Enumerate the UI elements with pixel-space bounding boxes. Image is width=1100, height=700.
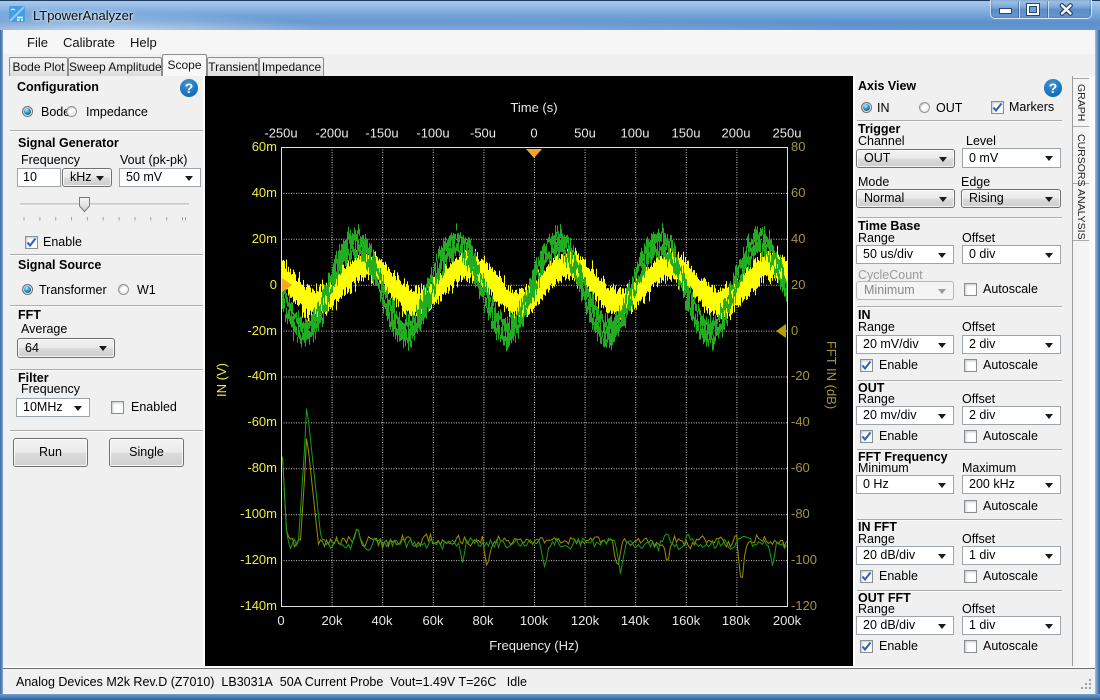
svg-text:20m: 20m [252,231,277,246]
svg-text:-40: -40 [791,414,810,429]
svg-text:60k: 60k [423,613,444,628]
svg-text:Time (s): Time (s) [510,100,557,115]
svg-text:140k: 140k [621,613,650,628]
svg-text:-140m: -140m [240,598,277,613]
svg-text:-20m: -20m [247,323,277,338]
svg-text:80k: 80k [473,613,494,628]
svg-text:-100u: -100u [416,126,449,141]
svg-text:50u: 50u [574,126,596,141]
svg-text:-120m: -120m [240,552,277,567]
svg-text:-40m: -40m [247,368,277,383]
svg-text:100k: 100k [520,613,549,628]
svg-text:-50u: -50u [470,126,496,141]
svg-text:0: 0 [530,126,537,141]
svg-text:0: 0 [277,613,284,628]
svg-text:160k: 160k [672,613,701,628]
svg-text:-80m: -80m [247,460,277,475]
svg-text:120k: 120k [571,613,600,628]
svg-text:20: 20 [791,277,805,292]
svg-text:200u: 200u [722,126,751,141]
svg-text:FFT IN (dB): FFT IN (dB) [824,341,839,409]
svg-text:0: 0 [270,277,277,292]
svg-text:20k: 20k [322,613,343,628]
svg-text:-20: -20 [791,368,810,383]
svg-text:-150u: -150u [365,126,398,141]
svg-text:-60: -60 [791,460,810,475]
svg-text:40: 40 [791,231,805,246]
svg-text:Frequency (Hz): Frequency (Hz) [489,638,579,653]
svg-text:IN (V): IN (V) [214,363,229,397]
svg-text:60m: 60m [252,139,277,154]
svg-text:40m: 40m [252,185,277,200]
svg-text:80: 80 [791,139,805,154]
svg-text:100u: 100u [621,126,650,141]
svg-text:-60m: -60m [247,414,277,429]
svg-text:180k: 180k [722,613,751,628]
svg-text:150u: 150u [672,126,701,141]
svg-text:200k: 200k [773,613,802,628]
svg-text:-100m: -100m [240,506,277,521]
svg-text:-80: -80 [791,506,810,521]
svg-text:0: 0 [791,323,798,338]
svg-text:-120: -120 [791,598,817,613]
svg-text:40k: 40k [372,613,393,628]
svg-text:-100: -100 [791,552,817,567]
svg-text:-200u: -200u [315,126,348,141]
svg-text:60: 60 [791,185,805,200]
